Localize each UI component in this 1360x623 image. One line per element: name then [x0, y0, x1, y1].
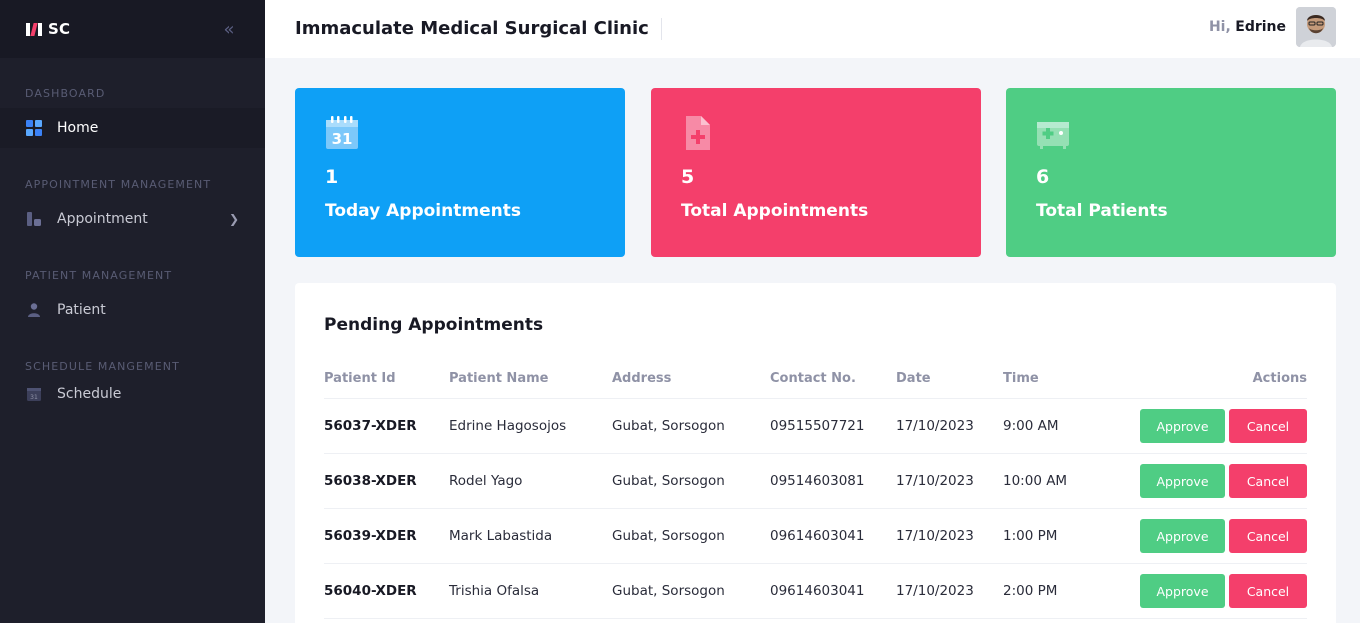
- column-header[interactable]: Address: [612, 371, 770, 399]
- sidebar-item-appointment[interactable]: Appointment ❯: [0, 199, 265, 239]
- approve-button[interactable]: Approve: [1140, 519, 1225, 553]
- approve-button[interactable]: Approve: [1140, 464, 1225, 498]
- medical-file-icon: [681, 116, 715, 150]
- patient-name: Rodel Yago: [449, 453, 612, 509]
- contact-number: 09614603041: [770, 563, 896, 619]
- medical-kit-icon: [1036, 116, 1070, 150]
- approve-button[interactable]: Approve: [1140, 574, 1225, 608]
- patient-id: 56040-XDER: [324, 563, 449, 619]
- cancel-button[interactable]: Cancel: [1229, 409, 1307, 443]
- patient-name: Trishia Ofalsa: [449, 563, 612, 619]
- table-row: 56039-XDER Mark Labastida Gubat, Sorsogo…: [324, 508, 1307, 564]
- collapse-sidebar-icon[interactable]: «: [219, 19, 239, 40]
- table-row: 56037-XDER Edrine Hagosojos Gubat, Sorso…: [324, 398, 1307, 454]
- sidebar: SC « DASHBOARD Home APPOINTMENT MANAGEME…: [0, 0, 265, 623]
- table-header-row: Patient Id Patient Name Address Contact …: [324, 371, 1307, 399]
- appointment-date: 17/10/2023: [896, 453, 1003, 509]
- svg-text:31: 31: [30, 394, 38, 401]
- card-label: Total Patients: [1036, 201, 1168, 221]
- section-label-appointment: APPOINTMENT MANAGEMENT: [25, 178, 212, 191]
- calendar-icon: 31: [25, 385, 43, 403]
- sidebar-item-schedule[interactable]: 31 Schedule: [0, 374, 265, 414]
- row-actions: Approve Cancel: [1103, 398, 1307, 454]
- user-name: Edrine: [1235, 19, 1286, 35]
- patient-name: Edrine Hagosojos: [449, 398, 612, 454]
- pending-appointments-table: Patient Id Patient Name Address Contact …: [324, 371, 1307, 619]
- card-value: 5: [681, 166, 695, 188]
- sidebar-item-label: Patient: [57, 302, 106, 318]
- total-appointments-card[interactable]: 5 Total Appointments: [651, 88, 981, 257]
- cancel-button[interactable]: Cancel: [1229, 574, 1307, 608]
- address: Gubat, Sorsogon: [612, 398, 770, 454]
- sidebar-item-label: Schedule: [57, 386, 122, 402]
- user-greeting: Hi, Edrine: [1209, 19, 1286, 35]
- cancel-button[interactable]: Cancel: [1229, 519, 1307, 553]
- address: Gubat, Sorsogon: [612, 453, 770, 509]
- patient-id: 56038-XDER: [324, 453, 449, 509]
- appointment-time: 10:00 AM: [1003, 453, 1103, 509]
- appointment-time: 1:00 PM: [1003, 508, 1103, 564]
- user-icon: [25, 301, 43, 319]
- patient-id: 56039-XDER: [324, 508, 449, 564]
- table-row: 56038-XDER Rodel Yago Gubat, Sorsogon 09…: [324, 453, 1307, 509]
- column-header[interactable]: Time: [1003, 371, 1103, 399]
- brand-bar: SC «: [0, 0, 265, 58]
- sidebar-item-home[interactable]: Home: [0, 108, 265, 148]
- today-appointments-card[interactable]: 31 1 Today Appointments: [295, 88, 625, 257]
- appointment-date: 17/10/2023: [896, 398, 1003, 454]
- pending-appointments-panel: Pending Appointments Patient Id Patient …: [295, 283, 1336, 623]
- grid-icon: [25, 119, 43, 137]
- section-label-patient: PATIENT MANAGEMENT: [25, 269, 173, 282]
- total-patients-card[interactable]: 6 Total Patients: [1006, 88, 1336, 257]
- top-header: Immaculate Medical Surgical Clinic Hi, E…: [265, 0, 1360, 58]
- patient-id: 56037-XDER: [324, 398, 449, 454]
- row-actions: Approve Cancel: [1103, 453, 1307, 509]
- sidebar-item-label: Home: [57, 120, 99, 136]
- greeting-text: Hi,: [1208, 19, 1231, 35]
- sidebar-item-patient[interactable]: Patient: [0, 290, 265, 330]
- address: Gubat, Sorsogon: [612, 508, 770, 564]
- cancel-button[interactable]: Cancel: [1229, 464, 1307, 498]
- card-label: Total Appointments: [681, 201, 869, 221]
- column-header: Actions: [1103, 371, 1307, 399]
- logo-mark-icon: [26, 22, 44, 36]
- avatar[interactable]: [1296, 7, 1336, 47]
- sidebar-item-label: Appointment: [57, 211, 148, 227]
- logo-text: SC: [48, 20, 71, 38]
- card-label: Today Appointments: [325, 201, 521, 221]
- contact-number: 09614603041: [770, 508, 896, 564]
- column-header[interactable]: Patient Id: [324, 371, 449, 399]
- appointment-date: 17/10/2023: [896, 508, 1003, 564]
- panel-title: Pending Appointments: [324, 315, 544, 335]
- section-label-schedule: SCHEDULE MANGEMENT: [25, 360, 180, 373]
- appointment-time: 9:00 AM: [1003, 398, 1103, 454]
- appointment-date: 17/10/2023: [896, 563, 1003, 619]
- appointment-time: 2:00 PM: [1003, 563, 1103, 619]
- chevron-right-icon: ❯: [228, 212, 239, 226]
- page-title: Immaculate Medical Surgical Clinic: [295, 18, 662, 40]
- column-header[interactable]: Patient Name: [449, 371, 612, 399]
- approve-button[interactable]: Approve: [1140, 409, 1225, 443]
- logo[interactable]: SC: [26, 20, 70, 38]
- row-actions: Approve Cancel: [1103, 563, 1307, 619]
- svg-text:31: 31: [332, 130, 353, 148]
- appointment-icon: [25, 210, 43, 228]
- contact-number: 09514603081: [770, 453, 896, 509]
- column-header[interactable]: Contact No.: [770, 371, 896, 399]
- address: Gubat, Sorsogon: [612, 563, 770, 619]
- calendar-icon: 31: [325, 116, 359, 150]
- table-row: 56040-XDER Trishia Ofalsa Gubat, Sorsogo…: [324, 563, 1307, 619]
- section-label-dashboard: DASHBOARD: [25, 87, 106, 100]
- row-actions: Approve Cancel: [1103, 508, 1307, 564]
- user-menu[interactable]: Hi, Edrine: [1209, 7, 1336, 47]
- column-header[interactable]: Date: [896, 371, 1003, 399]
- contact-number: 09515507721: [770, 398, 896, 454]
- patient-name: Mark Labastida: [449, 508, 612, 564]
- card-value: 6: [1036, 166, 1050, 188]
- card-value: 1: [325, 166, 339, 188]
